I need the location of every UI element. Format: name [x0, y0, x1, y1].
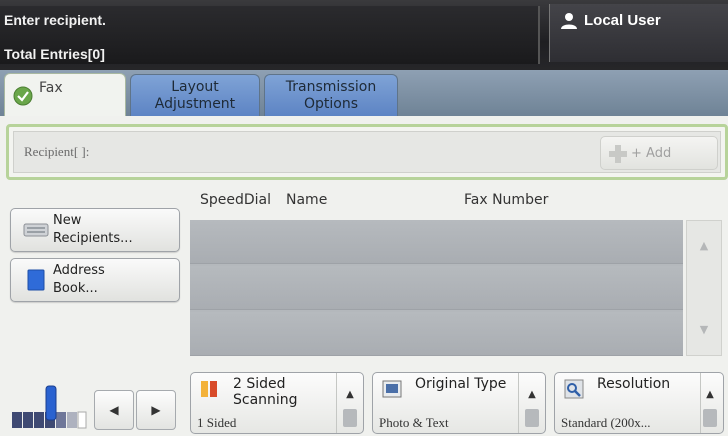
left-arrow-icon: ◀ — [109, 403, 119, 417]
tab-layout-adjustment[interactable]: Layout Adjustment — [130, 74, 260, 116]
resolution-title: Resolution — [597, 376, 671, 392]
recipient-list — [190, 220, 683, 356]
two-sided-scanning-button[interactable]: 2 Sided Scanning 1 Sided ▲ — [190, 372, 364, 434]
list-scrollbar[interactable]: ▲ ▼ — [686, 220, 722, 356]
resolution-value: Standard (200x... — [561, 415, 651, 430]
two-sided-value: 1 Sided — [197, 415, 237, 430]
two-sided-scanning-main[interactable]: 2 Sided Scanning 1 Sided — [191, 373, 337, 433]
plus-icon — [609, 145, 627, 163]
list-item[interactable] — [190, 312, 683, 356]
tab-strip: Fax Layout Adjustment Transmission Options — [0, 70, 728, 117]
lighten-darken-slider[interactable] — [10, 384, 88, 430]
column-fax-number: Fax Number — [464, 192, 549, 208]
recipient-field[interactable]: Recipient[ ]: + Add — [6, 124, 728, 180]
scroll-down-icon[interactable]: ▼ — [687, 315, 721, 345]
list-item[interactable] — [190, 220, 683, 264]
tab-transmission-options[interactable]: Transmission Options — [264, 74, 398, 116]
scroll-thumb[interactable] — [525, 409, 539, 427]
scroll-thumb[interactable] — [343, 409, 357, 427]
resolution-main[interactable]: Resolution Standard (200x... — [555, 373, 701, 433]
add-label: + Add — [631, 146, 672, 161]
column-speeddial: SpeedDial — [200, 192, 272, 208]
two-sided-scroll[interactable]: ▲ — [337, 373, 363, 433]
column-name: Name — [286, 192, 328, 208]
recipient-input[interactable]: Recipient[ ]: + Add — [13, 131, 721, 173]
add-button[interactable]: + Add — [600, 136, 718, 170]
right-arrow-icon: ▶ — [151, 403, 161, 417]
user-icon — [561, 13, 577, 29]
recipient-label: Recipient[ ]: — [24, 144, 90, 159]
resolution-button[interactable]: Resolution Standard (200x... ▲ — [554, 372, 724, 434]
up-arrow-icon[interactable]: ▲ — [341, 389, 359, 400]
keyboard-icon — [23, 223, 49, 237]
left-arrow-button[interactable]: ◀ — [94, 390, 134, 430]
list-item[interactable] — [190, 266, 683, 310]
tab-transmission-label: Transmission Options — [285, 79, 377, 112]
two-sided-icon — [201, 381, 217, 397]
user-label: Local User — [584, 12, 661, 29]
status-message-area: Enter recipient. Total Entries[0] — [0, 6, 540, 64]
scroll-thumb[interactable] — [703, 409, 717, 427]
magnifier-icon — [564, 379, 584, 399]
two-sided-title: 2 Sided Scanning — [233, 376, 298, 408]
tab-fax-label: Fax — [39, 80, 63, 96]
check-icon — [13, 86, 33, 106]
total-entries: Total Entries[0] — [4, 46, 105, 62]
original-type-button[interactable]: Original Type Photo & Text ▲ — [372, 372, 546, 434]
address-book-button[interactable]: Address Book... — [10, 258, 180, 302]
new-recipients-button[interactable]: New Recipients... — [10, 208, 180, 252]
status-message: Enter recipient. — [4, 12, 106, 28]
original-type-value: Photo & Text — [379, 415, 449, 430]
original-type-main[interactable]: Original Type Photo & Text — [373, 373, 519, 433]
tab-layout-label: Layout Adjustment — [154, 79, 236, 112]
resolution-scroll[interactable]: ▲ — [697, 373, 723, 433]
original-type-title: Original Type — [415, 376, 507, 392]
fax-panel: Recipient[ ]: + Add SpeedDial Name Fax N… — [0, 116, 728, 436]
status-bar: Enter recipient. Total Entries[0] Local … — [0, 0, 728, 70]
up-arrow-icon[interactable]: ▲ — [523, 389, 541, 400]
new-recipients-label: New Recipients... — [53, 213, 133, 246]
scroll-up-icon[interactable]: ▲ — [687, 231, 721, 261]
address-book-label: Address Book... — [53, 263, 105, 296]
original-type-scroll[interactable]: ▲ — [519, 373, 545, 433]
address-book-icon — [27, 269, 45, 291]
local-user-button[interactable]: Local User — [549, 4, 728, 62]
right-arrow-button[interactable]: ▶ — [136, 390, 176, 430]
image-icon — [382, 380, 402, 398]
up-arrow-icon[interactable]: ▲ — [701, 389, 719, 400]
tab-fax[interactable]: Fax — [4, 73, 126, 117]
